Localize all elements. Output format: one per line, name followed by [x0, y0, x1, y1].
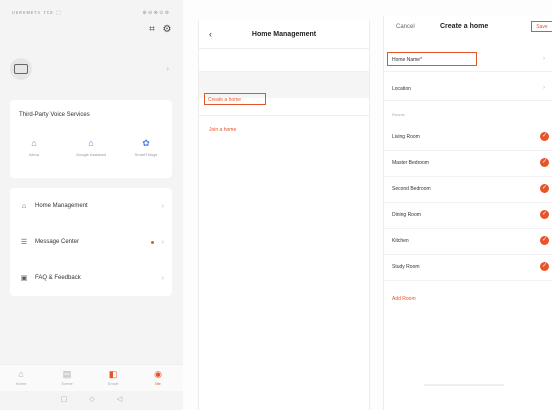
home-management-screen: ‹ Home Management Create a home Join a h…	[198, 20, 370, 410]
chevron-right-icon: ›	[166, 64, 169, 73]
me-tab-icon: ◉	[154, 369, 162, 379]
home-tab-icon: ⌂	[18, 369, 24, 379]
save-button[interactable]: Save	[531, 21, 552, 32]
tab-label: Home	[15, 381, 27, 386]
room-item[interactable]: Kitchen ✓	[384, 228, 552, 255]
menu-item-label: FAQ & Feedback	[35, 275, 81, 281]
me-screen: ᴜᴋʀᴋᴍᴇᴛᴀ ᴛᴄᴇ ⬚ ⊕ ⊖ ⊗ ⊙ ⊚ ⌗ ⚙ › Third-Par…	[0, 0, 183, 410]
scan-icon[interactable]: ⌗	[147, 25, 157, 35]
message-icon: ☰	[20, 239, 28, 246]
avatar-icon	[14, 64, 28, 74]
tab-label: Scene	[61, 381, 73, 386]
avatar[interactable]	[10, 58, 32, 80]
nav-bar: Cancel Create a home Save	[384, 16, 552, 38]
edit-icon: ›	[543, 56, 545, 62]
room-label: Kitchen	[392, 238, 409, 244]
tab-scene[interactable]: ▤ Scene	[52, 369, 82, 386]
menu-item-faq-feedback[interactable]: ▣ FAQ & Feedback ›	[10, 260, 172, 296]
nav-bar: ‹ Home Management	[199, 20, 369, 49]
tab-label: Smart	[107, 381, 119, 386]
check-icon[interactable]: ✓	[540, 262, 549, 271]
google-home-icon: ⌂	[88, 138, 94, 148]
room-label: Master Bedroom	[392, 160, 429, 166]
location-label: Location	[392, 86, 411, 92]
room-item[interactable]: Living Room ✓	[384, 124, 552, 151]
gear-icon[interactable]: ⚙	[162, 25, 172, 35]
check-icon[interactable]: ✓	[540, 210, 549, 219]
third-party-title: Third-Party Voice Services	[19, 112, 90, 118]
home-icon: ⌂	[21, 202, 27, 210]
status-carrier: ᴜᴋʀᴋᴍᴇᴛᴀ ᴛᴄᴇ ⬚	[12, 10, 62, 16]
service-label: Alexa	[28, 152, 39, 157]
smartthings-icon: ✿	[142, 138, 150, 148]
service-smartthings[interactable]: ✿ SmartThings	[126, 138, 166, 157]
cancel-button[interactable]: Cancel	[396, 24, 415, 30]
tab-label: Me	[155, 381, 161, 386]
page-title: Home Management	[251, 30, 317, 38]
join-home-button[interactable]: Join a home	[209, 127, 236, 133]
back-icon[interactable]: ‹	[209, 29, 212, 39]
room-item[interactable]: Second Bedroom ✓	[384, 176, 552, 203]
service-label: Google Assistant	[75, 152, 107, 157]
echo-icon: ⌂	[31, 138, 37, 148]
room-label: Living Room	[392, 134, 420, 140]
menu-item-label: Message Center	[35, 239, 80, 245]
menu-item-home-management[interactable]: ⌂ Home Management ›	[10, 188, 172, 224]
room-label: Study Room	[392, 264, 420, 270]
room-label: Dining Room	[392, 212, 421, 218]
create-home-button[interactable]: Create a home	[204, 93, 266, 105]
tab-home[interactable]: ⌂ Home	[6, 369, 36, 386]
create-home-screen: Cancel Create a home Save Home Name* › L…	[383, 16, 552, 410]
status-icons: ⊕ ⊖ ⊗ ⊙ ⊚	[142, 10, 169, 16]
service-label: SmartThings	[134, 152, 158, 157]
room-item[interactable]: Master Bedroom ✓	[384, 150, 552, 177]
check-icon[interactable]: ✓	[540, 158, 549, 167]
unread-dot	[151, 240, 154, 244]
home-name-highlight	[387, 52, 477, 66]
menu-item-message-center[interactable]: ☰ Message Center ›	[10, 224, 172, 260]
scene-tab-icon: ▤	[62, 369, 72, 379]
tab-smart[interactable]: ◧ Smart	[98, 369, 128, 386]
chevron-right-icon: ›	[543, 85, 545, 91]
location-field[interactable]: Location ›	[384, 78, 552, 101]
menu-item-label: Home Management	[35, 203, 88, 209]
status-bar: ᴜᴋʀᴋᴍᴇᴛᴀ ᴛᴄᴇ ⬚ ⊕ ⊖ ⊗ ⊙ ⊚	[12, 10, 169, 18]
smart-tab-icon: ◧	[108, 369, 118, 379]
check-icon[interactable]: ✓	[540, 184, 549, 193]
page-title: Create a home	[440, 23, 489, 30]
chevron-right-icon: ›	[161, 274, 164, 282]
tab-me[interactable]: ◉ Me	[143, 369, 173, 386]
divider	[199, 115, 369, 116]
screen: ᴜᴋʀᴋᴍᴇᴛᴀ ᴛᴄᴇ ⬚ ⊕ ⊖ ⊗ ⊙ ⊚ ⌗ ⚙ › Third-Par…	[0, 0, 552, 410]
room-label: Second Bedroom	[392, 186, 431, 192]
home-indicator	[424, 384, 504, 386]
room-item[interactable]: Dining Room ✓	[384, 202, 552, 229]
room-item[interactable]: Study Room ✓	[384, 254, 552, 281]
service-alexa[interactable]: ⌂ Alexa	[14, 138, 54, 157]
home-nav-icon[interactable]: ◇	[89, 392, 94, 408]
top-actions: ⌗ ⚙	[147, 25, 172, 35]
recents-icon[interactable]: ▢	[61, 392, 68, 408]
home-list-empty	[199, 49, 369, 72]
third-party-card: Third-Party Voice Services ⌂ Alexa ⌂ Goo…	[10, 100, 172, 178]
system-nav-bar: ▢ ◇ ◁	[0, 392, 183, 408]
check-icon[interactable]: ✓	[540, 236, 549, 245]
service-google-assistant[interactable]: ⌂ Google Assistant	[71, 138, 111, 157]
faq-icon: ▣	[20, 275, 28, 282]
rooms-section-header: Rooms	[392, 112, 405, 117]
back-nav-icon[interactable]: ◁	[117, 392, 122, 408]
chevron-right-icon: ›	[161, 202, 164, 210]
chevron-right-icon: ›	[161, 238, 164, 246]
settings-menu: ⌂ Home Management › ☰ Message Center › ▣…	[10, 188, 172, 296]
check-icon[interactable]: ✓	[540, 132, 549, 141]
tab-bar: ⌂ Home ▤ Scene ◧ Smart ◉ Me	[0, 364, 183, 391]
add-room-button[interactable]: Add Room	[392, 296, 416, 302]
